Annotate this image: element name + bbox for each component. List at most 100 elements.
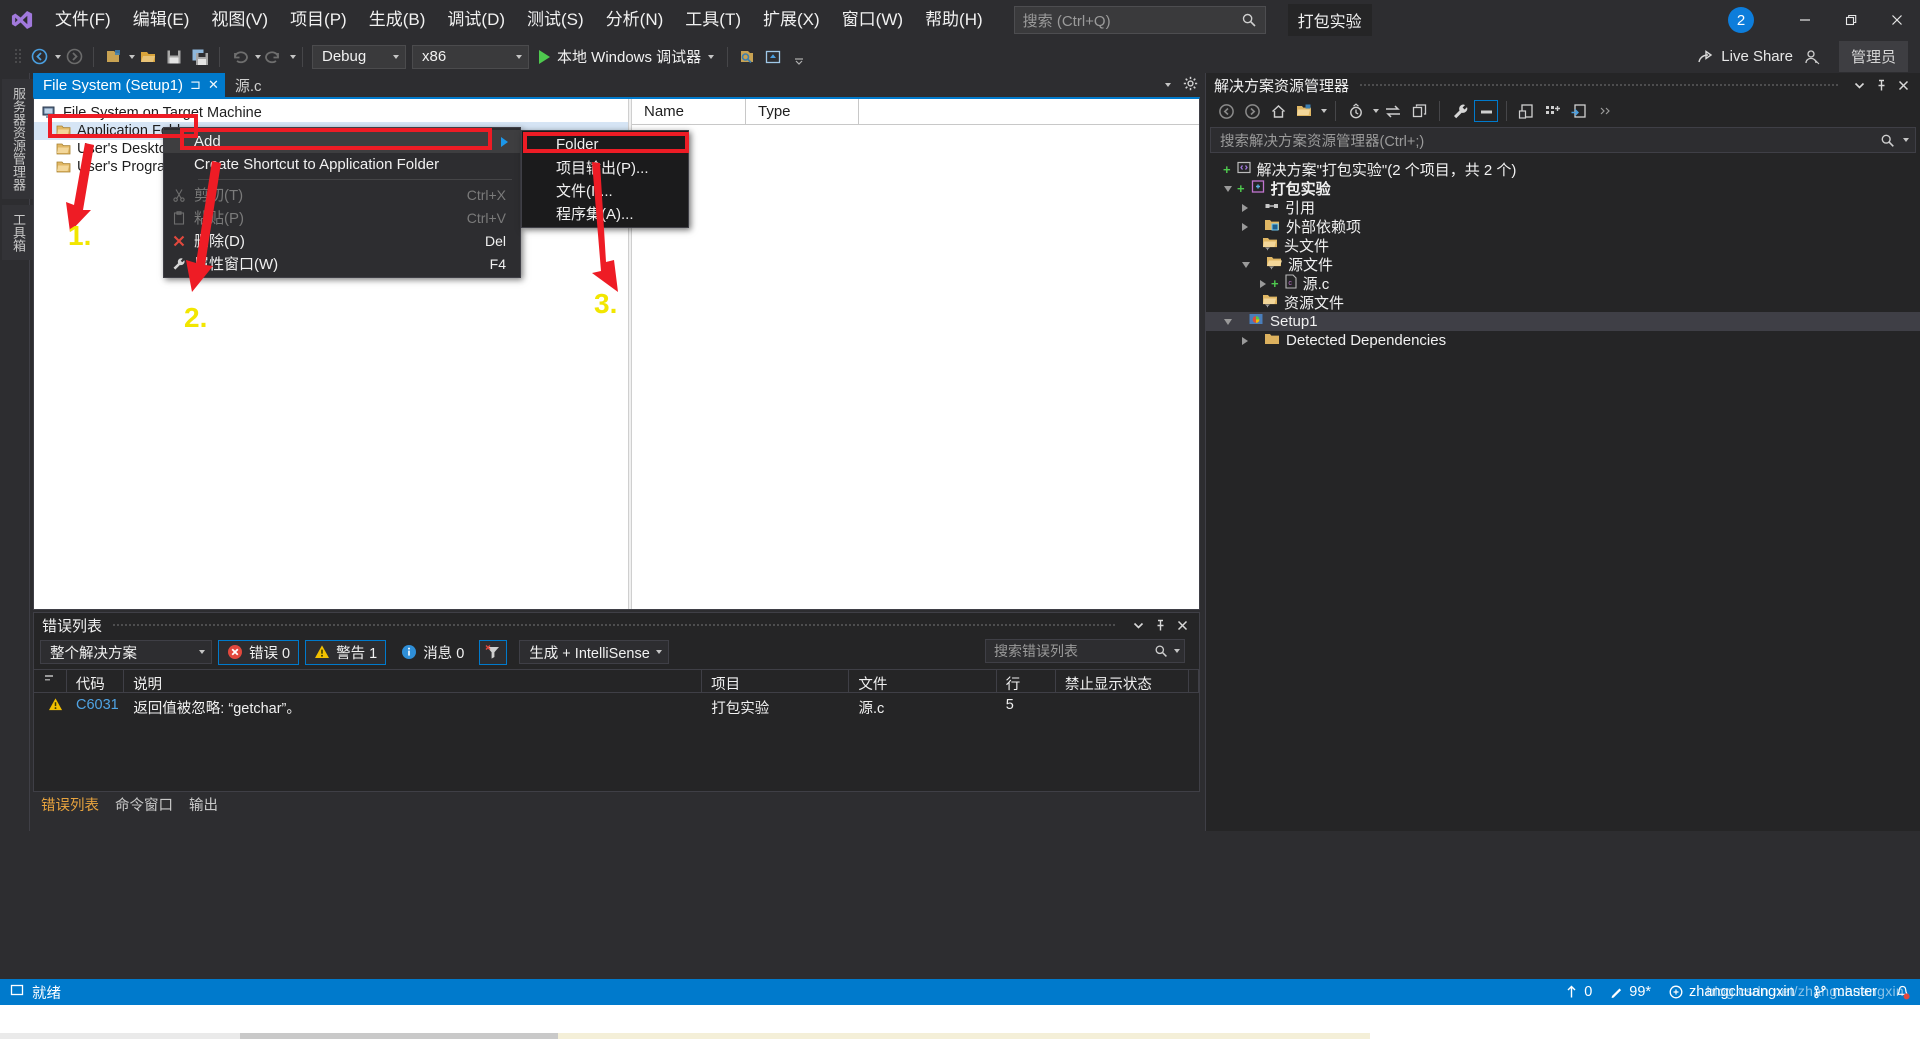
undo-dropdown-icon[interactable] [255, 54, 261, 59]
grid-col-name[interactable]: Name [632, 99, 746, 124]
sidebar-tab-server-explorer[interactable]: 服务器资源管理器 [2, 79, 35, 199]
quick-launch-search[interactable]: 搜索 (Ctrl+Q) [1013, 6, 1266, 34]
start-debugging-button[interactable]: 本地 Windows 调试器 [532, 44, 721, 70]
expander-collapsed-icon[interactable] [1242, 336, 1248, 345]
gear-icon[interactable] [1183, 76, 1198, 94]
error-list-row[interactable]: C6031 返回值被忽略: “getchar”。 打包实验 源.c 5 [34, 693, 1199, 717]
solution-explorer-search-input[interactable]: 搜索解决方案资源管理器(Ctrl+;) [1210, 127, 1916, 153]
context-menu-item-delete[interactable]: 删除(D) Del [164, 229, 520, 252]
error-scope-combo[interactable]: 整个解决方案 [40, 640, 212, 664]
chevron-down-icon[interactable] [1321, 109, 1327, 113]
close-icon[interactable]: ✕ [208, 77, 219, 93]
expander-expanded-icon[interactable] [1224, 185, 1232, 192]
context-menu-item-paste[interactable]: 粘贴(P) Ctrl+V [164, 206, 520, 229]
status-source-control-user[interactable]: zhangchuangxin [1669, 984, 1795, 1000]
menu-project[interactable]: 项目(P) [279, 0, 358, 40]
submenu-item-project-output[interactable]: 项目输出(P)... [522, 156, 688, 179]
chevron-down-icon[interactable] [1903, 138, 1909, 142]
new-project-dropdown-icon[interactable] [129, 54, 135, 59]
tree-row-target-machine[interactable]: File System on Target Machine [34, 104, 628, 122]
refresh-icon[interactable] [1381, 100, 1405, 122]
build-intellisense-combo[interactable]: 生成 + IntelliSense [519, 640, 670, 664]
submenu-item-assembly[interactable]: 程序集(A)... [522, 202, 688, 225]
menu-window[interactable]: 窗口(W) [831, 0, 914, 40]
close-icon[interactable] [1892, 74, 1914, 96]
account-avatar-icon[interactable] [1800, 45, 1824, 69]
se-row-references[interactable]: 引用 [1206, 198, 1920, 217]
menu-view[interactable]: 视图(V) [200, 0, 279, 40]
se-row-source-files[interactable]: 源文件 [1206, 255, 1920, 274]
context-menu-item-create-shortcut[interactable]: Create Shortcut to Application Folder [164, 153, 520, 176]
grid-col-type[interactable]: Type [746, 99, 859, 124]
chevron-down-icon[interactable] [1165, 83, 1171, 87]
navigate-forward-icon[interactable] [62, 45, 86, 69]
context-menu-item-add[interactable]: Add [164, 130, 520, 153]
col-code[interactable]: 代码 [67, 670, 125, 693]
se-row-setup1[interactable]: Setup1 [1206, 312, 1920, 331]
header-drag-dots[interactable] [1359, 82, 1838, 88]
se-row-external-dependencies[interactable]: 外部依赖项 [1206, 217, 1920, 236]
chevron-down-icon[interactable] [1373, 109, 1379, 113]
submenu-item-file[interactable]: 文件(I)... [522, 179, 688, 202]
undo-icon[interactable] [227, 45, 251, 69]
forward-icon[interactable] [1240, 100, 1264, 122]
tab-source-c[interactable]: 源.c [225, 73, 268, 97]
new-folder-icon[interactable] [1541, 100, 1565, 122]
sync-with-active-document-icon[interactable] [1292, 100, 1316, 122]
save-icon[interactable] [162, 45, 186, 69]
account-name-button[interactable]: 管理员 [1838, 41, 1908, 72]
status-pending-edits[interactable]: 99* [1610, 984, 1651, 1000]
se-row-resource-files[interactable]: 资源文件 [1206, 293, 1920, 312]
chevron-down-icon[interactable] [1848, 74, 1870, 96]
se-row-source-c[interactable]: + c 源.c [1206, 274, 1920, 293]
expander-collapsed-icon[interactable] [1242, 222, 1248, 231]
view-code-icon[interactable] [1567, 100, 1591, 122]
redo-icon[interactable] [262, 45, 286, 69]
col-description[interactable]: 说明 [124, 670, 703, 693]
se-row-solution[interactable]: + 解决方案"打包实验"(2 个项目，共 2 个) [1206, 160, 1920, 179]
menu-debug[interactable]: 调试(D) [436, 0, 516, 40]
context-menu-item-cut[interactable]: 剪切(T) Ctrl+X [164, 183, 520, 206]
save-all-icon[interactable] [188, 45, 212, 69]
expander-expanded-icon[interactable] [1242, 261, 1250, 268]
chevron-down-icon[interactable] [1127, 614, 1149, 636]
pin-icon[interactable]: ⊐ [190, 77, 201, 93]
menu-help[interactable]: 帮助(H) [914, 0, 994, 40]
redo-dropdown-icon[interactable] [290, 54, 296, 59]
show-all-files-icon[interactable] [1474, 100, 1498, 122]
solution-platform-combo[interactable]: x86 [412, 44, 529, 69]
navigate-back-icon[interactable] [27, 45, 51, 69]
filter-warnings-toggle[interactable]: 警告 1 [305, 639, 387, 665]
restore-button[interactable] [1828, 0, 1874, 40]
se-row-project-packaging[interactable]: + 打包实验 [1206, 179, 1920, 198]
live-share-button[interactable]: Live Share [1691, 48, 1799, 65]
navigate-back-dropdown-icon[interactable] [55, 54, 61, 59]
col-line[interactable]: 行 [997, 670, 1056, 693]
col-suppression-state[interactable]: 禁止显示状态 [1056, 670, 1189, 693]
toolbar-overflow-icon[interactable] [1593, 100, 1617, 122]
expander-collapsed-icon[interactable] [1260, 279, 1266, 288]
pin-icon[interactable] [1870, 74, 1892, 96]
filter-messages-toggle[interactable]: 消息 0 [392, 640, 473, 665]
menu-file[interactable]: 文件(F) [44, 0, 122, 40]
tab-file-system-setup1[interactable]: File System (Setup1) ⊐ ✕ [33, 73, 225, 97]
menu-extensions[interactable]: 扩展(X) [752, 0, 831, 40]
error-list-search-input[interactable]: 搜索错误列表 [985, 639, 1185, 663]
context-menu-item-properties-window[interactable]: 属性窗口(W) F4 [164, 252, 520, 275]
menu-edit[interactable]: 编辑(E) [122, 0, 201, 40]
expander-expanded-icon[interactable] [1224, 318, 1232, 325]
close-button[interactable] [1874, 0, 1920, 40]
minimize-button[interactable] [1782, 0, 1828, 40]
expander-collapsed-icon[interactable] [1242, 203, 1248, 212]
se-row-detected-dependencies[interactable]: Detected Dependencies [1206, 331, 1920, 350]
menu-test[interactable]: 测试(S) [516, 0, 595, 40]
status-branch[interactable]: master [1813, 984, 1877, 1000]
tab-command-window[interactable]: 命令窗口 [115, 794, 173, 815]
se-row-header-files[interactable]: 头文件 [1206, 236, 1920, 255]
pin-icon[interactable] [1149, 614, 1171, 636]
back-icon[interactable] [1214, 100, 1238, 122]
solution-configuration-combo[interactable]: Debug [312, 44, 406, 69]
status-up-count[interactable]: 0 [1565, 984, 1592, 1000]
notification-badge[interactable]: 2 [1728, 7, 1754, 33]
header-drag-dots[interactable] [112, 622, 1117, 628]
